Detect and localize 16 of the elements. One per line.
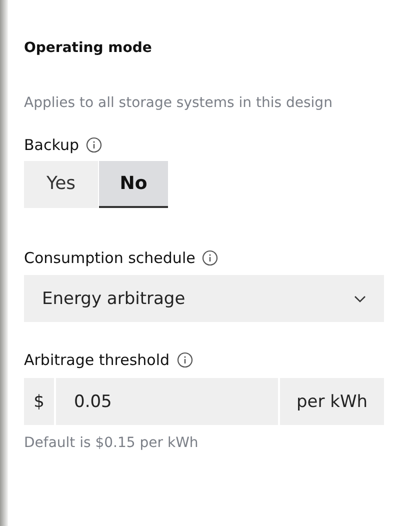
currency-prefix: $ bbox=[24, 378, 54, 425]
field-label: Consumption schedule bbox=[24, 248, 196, 268]
help-text: Default is $0.15 per kWh bbox=[24, 434, 200, 453]
info-icon[interactable] bbox=[86, 137, 102, 153]
field-label: Arbitrage threshold bbox=[24, 350, 170, 370]
section-description: Applies to all storage systems in this design bbox=[24, 94, 334, 113]
toggle-option[interactable]: No bbox=[99, 161, 168, 208]
unit-suffix: per kWh bbox=[280, 378, 384, 425]
schedule-dropdown[interactable]: Energy arbitrage bbox=[24, 275, 384, 322]
info-icon[interactable] bbox=[176, 352, 193, 368]
field-label: Backup bbox=[24, 135, 79, 155]
threshold-input[interactable]: 0.05 bbox=[56, 378, 278, 425]
info-icon[interactable] bbox=[202, 250, 218, 266]
section-title: Operating mode bbox=[24, 39, 153, 58]
chevron-down-icon bbox=[354, 294, 366, 302]
toggle-option[interactable]: Yes bbox=[24, 161, 98, 208]
